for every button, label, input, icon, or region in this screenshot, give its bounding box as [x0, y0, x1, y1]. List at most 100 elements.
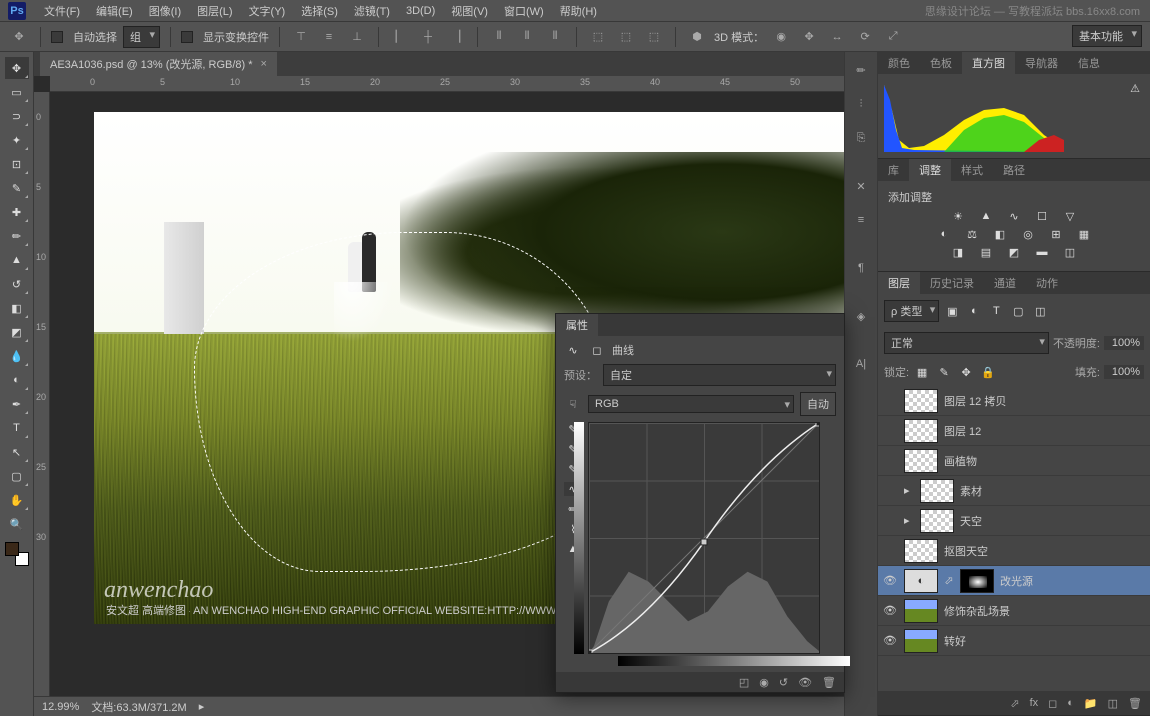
layer-thumb[interactable] — [904, 419, 938, 443]
layer-thumb[interactable] — [920, 479, 954, 503]
menu-layer[interactable]: 图层(L) — [189, 1, 240, 21]
tab-properties[interactable]: 属性 — [556, 314, 598, 336]
blur-tool[interactable]: 💧 — [5, 345, 29, 367]
gradientmap-icon[interactable]: ▬ — [1033, 245, 1051, 259]
tab-swatches[interactable]: 色板 — [920, 52, 962, 74]
3d-slide-icon[interactable]: ↔ — [826, 27, 848, 47]
crop-tool[interactable]: ⊡ — [5, 153, 29, 175]
close-tab-icon[interactable]: × — [261, 58, 267, 70]
layer-name[interactable]: 图层 12 拷贝 — [944, 393, 1146, 409]
clone-source-icon[interactable]: ⎘ — [851, 128, 871, 148]
menu-select[interactable]: 选择(S) — [293, 1, 346, 21]
lock-all-icon[interactable]: 🔒 — [979, 365, 997, 379]
layer-name[interactable]: 天空 — [960, 513, 1146, 529]
curves-icon[interactable]: ∿ — [1005, 209, 1023, 223]
photofilter-icon[interactable]: ◎ — [1019, 227, 1037, 241]
blend-mode[interactable]: 正常 — [884, 332, 1049, 354]
brush-panel-icon[interactable]: ✏ — [851, 60, 871, 80]
distribute-icon[interactable]: ⬚ — [587, 27, 609, 47]
path-tool[interactable]: ↖ — [5, 441, 29, 463]
new-layer-icon[interactable]: ◫ — [1108, 697, 1118, 710]
fx-icon[interactable]: fx — [1030, 697, 1039, 709]
curves-graph[interactable] — [588, 422, 820, 654]
lasso-tool[interactable]: ⊃ — [5, 105, 29, 127]
fill-value[interactable]: 100% — [1104, 365, 1144, 379]
stamp-tool[interactable]: ▲ — [5, 249, 29, 271]
layer-thumb[interactable] — [920, 509, 954, 533]
heal-tool[interactable]: ✚ — [5, 201, 29, 223]
tab-libraries[interactable]: 库 — [878, 159, 909, 181]
tab-history[interactable]: 历史记录 — [920, 272, 984, 294]
distribute-icon[interactable]: ⬚ — [643, 27, 665, 47]
filter-shape-icon[interactable]: ▢ — [1009, 304, 1027, 318]
lock-trans-icon[interactable]: ▦ — [913, 365, 931, 379]
3d-roll-icon[interactable]: ⟳ — [854, 27, 876, 47]
ruler-horizontal[interactable]: 05101520253035404550 — [50, 76, 844, 92]
history-brush-tool[interactable]: ↺ — [5, 273, 29, 295]
layer-name[interactable]: 修饰杂乱场景 — [944, 603, 1146, 619]
layer-name[interactable]: 图层 12 — [944, 423, 1146, 439]
tab-info[interactable]: 信息 — [1068, 52, 1110, 74]
brush-tool[interactable]: ✏ — [5, 225, 29, 247]
eye-icon[interactable]: 👁 — [882, 574, 898, 587]
distribute-icon[interactable]: ⬚ — [615, 27, 637, 47]
vibrance-icon[interactable]: ▽ — [1061, 209, 1079, 223]
auto-button[interactable]: 自动 — [800, 392, 836, 416]
menu-view[interactable]: 视图(V) — [443, 1, 496, 21]
channel-dropdown[interactable]: RGB — [588, 395, 794, 413]
threshold-icon[interactable]: ◩ — [1005, 245, 1023, 259]
layer-thumb[interactable]: ◐ — [904, 569, 938, 593]
menu-filter[interactable]: 滤镜(T) — [346, 1, 398, 21]
align-vcenter-icon[interactable]: ≡ — [318, 27, 340, 47]
layer-thumb[interactable] — [904, 449, 938, 473]
marquee-tool[interactable]: ▭ — [5, 81, 29, 103]
invert-icon[interactable]: ◨ — [949, 245, 967, 259]
eraser-tool[interactable]: ◧ — [5, 297, 29, 319]
eye-icon[interactable]: 👁 — [882, 604, 898, 617]
swatches-icon[interactable]: ✕ — [851, 176, 871, 196]
tab-paths[interactable]: 路径 — [993, 159, 1035, 181]
filter-pixel-icon[interactable]: ▣ — [943, 304, 961, 318]
zoom-level[interactable]: 12.99% — [42, 701, 79, 713]
shape-tool[interactable]: ▢ — [5, 465, 29, 487]
layer-row[interactable]: 抠图天空 — [878, 536, 1150, 566]
pen-tool[interactable]: ✒ — [5, 393, 29, 415]
bw-icon[interactable]: ◧ — [991, 227, 1009, 241]
layer-name[interactable]: 素材 — [960, 483, 1146, 499]
layer-name[interactable]: 改光源 — [1000, 573, 1146, 589]
doc-size[interactable]: 文档:63.3M/371.2M — [91, 699, 186, 715]
opacity-value[interactable]: 100% — [1104, 336, 1144, 350]
layer-row[interactable]: 画植物 — [878, 446, 1150, 476]
align-top-icon[interactable]: ⊤ — [290, 27, 312, 47]
properties-panel[interactable]: 属性 ∿ ◻ 曲线 预设： 自定 ☟ RGB 自动 ✎ ✎ ✎ ∿ ✏ ⌇ ▲ — [555, 313, 845, 693]
tab-channels[interactable]: 通道 — [984, 272, 1026, 294]
filter-adj-icon[interactable]: ◐ — [965, 304, 983, 318]
layer-row[interactable]: 👁 修饰杂乱场景 — [878, 596, 1150, 626]
gradient-tool[interactable]: ◩ — [5, 321, 29, 343]
lock-pos-icon[interactable]: ✥ — [957, 365, 975, 379]
posterize-icon[interactable]: ▤ — [977, 245, 995, 259]
type-tool[interactable]: T — [5, 417, 29, 439]
mask-icon[interactable]: ◻ — [588, 343, 606, 357]
mask-icon[interactable]: ◻ — [1048, 697, 1057, 710]
move-tool[interactable]: ✥ — [5, 57, 29, 79]
eyedropper-tool[interactable]: ✎ — [5, 177, 29, 199]
menu-help[interactable]: 帮助(H) — [552, 1, 605, 21]
brightness-icon[interactable]: ☀ — [949, 209, 967, 223]
tab-color[interactable]: 颜色 — [878, 52, 920, 74]
distribute-icon[interactable]: ⫴ — [488, 27, 510, 47]
layer-thumb[interactable] — [904, 539, 938, 563]
warning-icon[interactable]: ⚠ — [1130, 82, 1140, 95]
autoselect-dropdown[interactable]: 组 — [123, 26, 160, 48]
3d-pan-icon[interactable]: ✥ — [798, 27, 820, 47]
char-panel-icon[interactable]: ¶ — [851, 258, 871, 278]
brush-presets-icon[interactable]: ⫶ — [851, 94, 871, 114]
move-tool-icon[interactable]: ✥ — [8, 27, 30, 47]
filter-type-icon[interactable]: T — [987, 304, 1005, 318]
layer-thumb[interactable] — [904, 389, 938, 413]
channelmixer-icon[interactable]: ⊞ — [1047, 227, 1065, 241]
lock-pixel-icon[interactable]: ✎ — [935, 365, 953, 379]
menu-3d[interactable]: 3D(D) — [398, 3, 443, 19]
dodge-tool[interactable]: ◐ — [5, 369, 29, 391]
layer-row[interactable]: 图层 12 拷贝 — [878, 386, 1150, 416]
